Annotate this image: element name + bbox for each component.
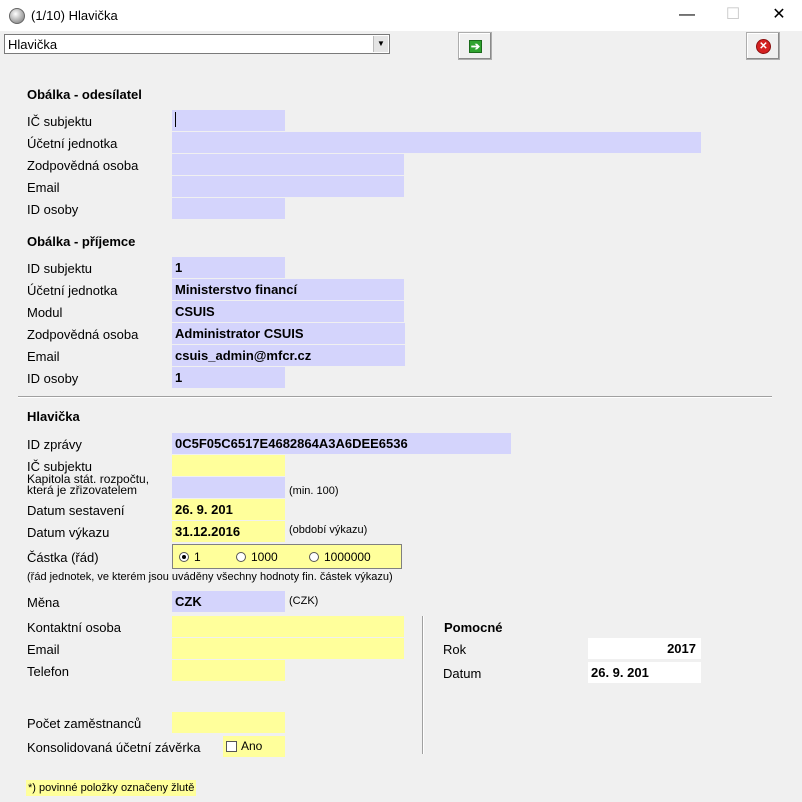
phone-label: Telefon [27,664,69,679]
recipient-person-label: Zodpovědná osoba [27,327,139,342]
amount-radio-group: 1 1000 1000000 [172,544,402,569]
currency-hint: (CZK) [289,595,319,607]
phone-input[interactable] [172,660,285,681]
contact-email-label: Email [27,642,60,657]
report-date-label: Datum výkazu [27,525,110,540]
recipient-unit-label: Účetní jednotka [27,283,118,298]
consolidated-check-label[interactable]: Ano [241,736,262,757]
recipient-email-label: Email [27,349,60,364]
recipient-subject-field: 1 [172,257,285,278]
header-heading: Hlavička [27,409,80,424]
cancel-icon: ✕ [756,39,771,54]
recipient-heading: Obálka - příjemce [27,234,136,249]
maximize-button[interactable]: ☐ [710,0,756,31]
chapter-hint: (min. 100) [289,485,339,497]
consolidated-label: Konsolidovaná účetní závěrka [27,740,201,755]
cancel-button[interactable]: ✕ [746,32,780,60]
chapter-label-line2: která je zřizovatelem [27,483,138,497]
helper-date-label: Datum [443,666,482,681]
recipient-person-field: Administrator CSUIS [172,323,405,344]
helper-heading: Pomocné [444,620,503,635]
sender-unit-input[interactable] [172,132,701,153]
contact-label: Kontaktní osoba [27,620,121,635]
message-id-label: ID zprávy [27,437,82,452]
required-footnote: *) povinné položky označeny žlutě [26,780,197,796]
arrow-right-icon: ➔ [469,40,482,53]
sender-id-input[interactable] [172,198,285,219]
currency-field: CZK [172,591,285,612]
close-window-button[interactable]: ✕ [756,0,802,31]
amount-radio-1[interactable] [179,552,189,562]
consolidated-checkbox[interactable] [226,741,237,752]
sender-person-label: Zodpovědná osoba [27,158,139,173]
recipient-email-field: csuis_admin@mfcr.cz [172,345,405,366]
recipient-id-field: 1 [172,367,285,388]
sender-email-label: Email [27,180,60,195]
header-ic-input[interactable] [172,455,285,476]
text-caret [175,112,176,127]
recipient-module-label: Modul [27,305,63,320]
report-date-hint: (období výkazu) [289,524,368,536]
sender-ic-label: IČ subjektu [27,114,93,129]
message-id-field: 0C5F05C6517E4682864A3A6DEE6536 [172,433,511,454]
helper-year-field: 2017 [588,638,701,659]
section-divider [18,396,772,398]
amount-note: (řád jednotek, ve kterém jsou uváděny vš… [27,571,393,583]
date-label: Datum sestavení [27,503,125,518]
sender-heading: Obálka - odesílatel [27,87,142,102]
amount-label: Částka (řád) [27,550,99,565]
sender-email-input[interactable] [172,176,404,197]
amount-option-1[interactable]: 1 [194,550,201,564]
amount-radio-1000[interactable] [236,552,246,562]
vertical-divider [422,616,424,754]
helper-year-label: Rok [443,642,467,657]
section-select-value: Hlavička [8,37,58,52]
employees-label: Počet zaměstnanců [27,716,142,731]
recipient-module-field: CSUIS [172,301,404,322]
sender-unit-label: Účetní jednotka [27,136,118,151]
minimize-button[interactable]: — [664,0,710,31]
amount-radio-1000000[interactable] [309,552,319,562]
window-title: (1/10) Hlavička [31,8,118,23]
date-input[interactable]: 26. 9. 201 [172,499,285,520]
recipient-id-label: ID osoby [27,371,79,386]
sender-id-label: ID osoby [27,202,79,217]
recipient-unit-field: Ministerstvo financí [172,279,404,300]
amount-option-1000[interactable]: 1000 [251,550,278,564]
sender-ic-input[interactable] [172,110,285,131]
report-date-input[interactable]: 31.12.2016 [172,521,285,542]
chapter-input[interactable] [172,477,285,498]
next-button[interactable]: ➔ [458,32,492,60]
contact-input[interactable] [172,616,404,637]
contact-email-input[interactable] [172,638,404,659]
amount-option-1000000[interactable]: 1000000 [324,550,371,564]
consolidated-box: Ano [223,736,285,757]
chevron-down-icon[interactable]: ▼ [373,36,388,52]
employees-input[interactable] [172,712,285,733]
sender-person-input[interactable] [172,154,404,175]
recipient-subject-label: ID subjektu [27,261,93,276]
section-select[interactable]: Hlavička ▼ [4,34,390,54]
currency-label: Měna [27,595,60,610]
helper-date-field: 26. 9. 201 [588,662,701,683]
app-icon [9,8,25,24]
chapter-label: Kapitola stát. rozpočtu, která je zřizov… [27,473,149,497]
